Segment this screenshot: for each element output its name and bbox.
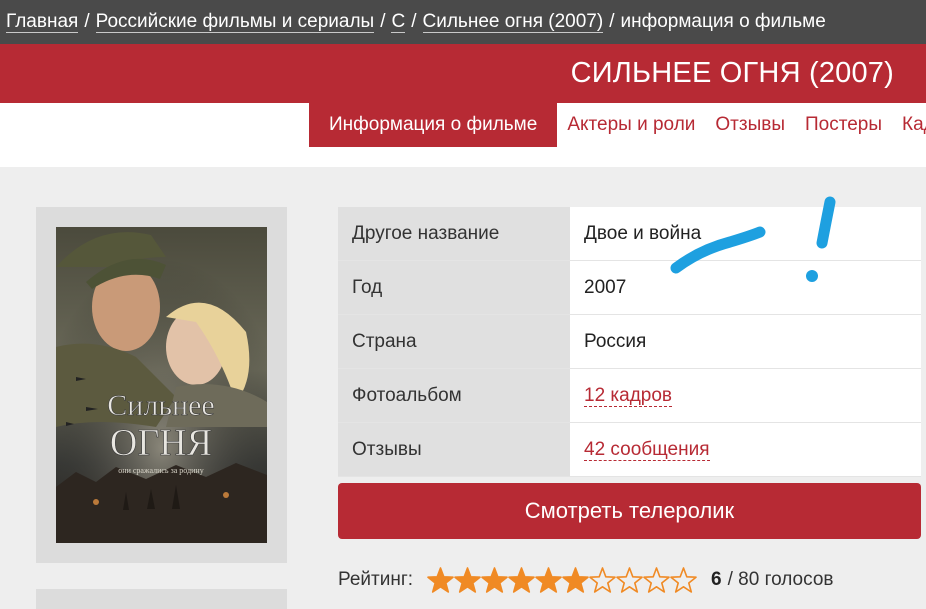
tab-frames[interactable]: Кадры	[892, 103, 926, 147]
breadcrumb-link-home[interactable]: Главная	[6, 11, 79, 33]
rating-score: 6	[711, 569, 722, 590]
rating-label: Рейтинг:	[338, 569, 414, 590]
info-label: Год	[338, 261, 570, 314]
tab-list: Информация о фильме Актеры и роли Отзывы…	[309, 103, 926, 147]
breadcrumb-link-film[interactable]: Сильнее огня (2007)	[422, 11, 604, 33]
star-filled-icon[interactable]	[562, 566, 589, 594]
tab-film-info[interactable]: Информация о фильме	[309, 103, 558, 147]
info-value: Россия	[570, 315, 921, 368]
info-label: Другое название	[338, 207, 570, 260]
tabs-bar: Информация о фильме Актеры и роли Отзывы…	[0, 103, 926, 167]
poster-card: Сильнее огня они сражались за родину	[36, 207, 287, 563]
rating-widget: Рейтинг: 6 / 80 голосов	[338, 560, 834, 600]
rating-stars[interactable]	[427, 566, 697, 594]
star-empty-icon[interactable]	[616, 566, 643, 594]
star-empty-icon[interactable]	[643, 566, 670, 594]
info-value: 12 кадров	[570, 369, 921, 422]
info-row-photo-album: Фотоальбом 12 кадров	[338, 369, 921, 423]
info-row-year: Год 2007	[338, 261, 921, 315]
page-title: СИЛЬНЕЕ ОГНЯ (2007)	[570, 57, 894, 89]
watch-trailer-button[interactable]: Смотреть телеролик	[338, 483, 921, 539]
breadcrumb-link-russian-films[interactable]: Российские фильмы и сериалы	[95, 11, 375, 33]
poster-tagline: они сражались за родину	[118, 466, 203, 475]
tab-actors[interactable]: Актеры и роли	[557, 103, 705, 147]
breadcrumb-current: информация о фильме	[620, 11, 826, 32]
tab-reviews[interactable]: Отзывы	[705, 103, 795, 147]
info-row-reviews: Отзывы 42 сообщения	[338, 423, 921, 477]
breadcrumb-separator: /	[84, 11, 90, 32]
info-value: 2007	[570, 261, 921, 314]
breadcrumb-separator: /	[609, 11, 615, 32]
tab-posters[interactable]: Постеры	[795, 103, 892, 147]
secondary-card	[36, 589, 287, 609]
star-filled-icon[interactable]	[535, 566, 562, 594]
star-filled-icon[interactable]	[481, 566, 508, 594]
info-row-alt-title: Другое название Двое и война	[338, 207, 921, 261]
reviews-link[interactable]: 42 сообщения	[584, 439, 710, 461]
poster-image: Сильнее огня они сражались за родину	[56, 227, 267, 543]
title-bar: СИЛЬНЕЕ ОГНЯ (2007)	[0, 44, 926, 103]
info-row-country: Страна Россия	[338, 315, 921, 369]
info-label: Фотоальбом	[338, 369, 570, 422]
info-value: 42 сообщения	[570, 423, 921, 476]
breadcrumb-link-letter[interactable]: С	[391, 11, 406, 33]
info-value: Двое и война	[570, 207, 921, 260]
poster-title-line1: Сильнее	[107, 389, 214, 422]
star-empty-icon[interactable]	[589, 566, 616, 594]
photo-album-link[interactable]: 12 кадров	[584, 385, 673, 407]
breadcrumb-separator: /	[411, 11, 417, 32]
star-filled-icon[interactable]	[454, 566, 481, 594]
star-filled-icon[interactable]	[508, 566, 535, 594]
rating-votes: / 80 голосов	[727, 569, 834, 590]
film-info-table: Другое название Двое и война Год 2007 Ст…	[338, 207, 921, 477]
breadcrumb-separator: /	[380, 11, 386, 32]
star-filled-icon[interactable]	[427, 566, 454, 594]
info-label: Страна	[338, 315, 570, 368]
breadcrumb: Главная / Российские фильмы и сериалы / С / Си…	[0, 0, 926, 44]
star-empty-icon[interactable]	[670, 566, 697, 594]
poster-title-line2: огня	[110, 422, 212, 464]
movie-poster[interactable]: Сильнее огня они сражались за родину	[56, 227, 267, 543]
info-label: Отзывы	[338, 423, 570, 476]
